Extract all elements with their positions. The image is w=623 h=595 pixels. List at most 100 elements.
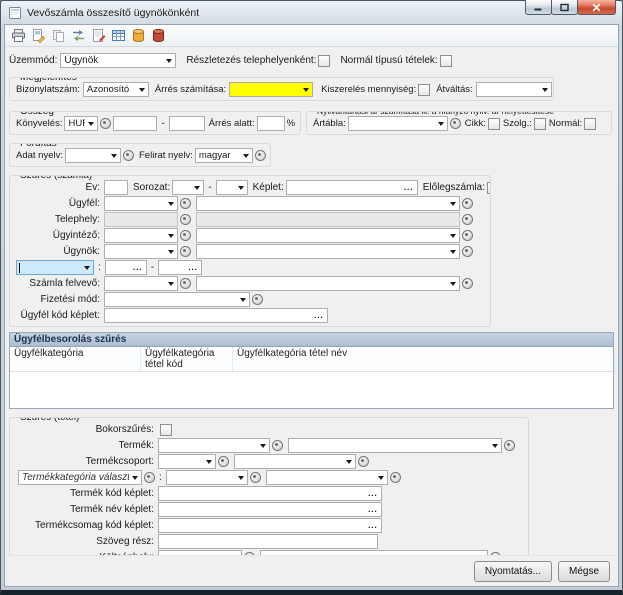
series-to-combo[interactable] [216,180,248,195]
normal-items-checkbox[interactable] [440,55,452,67]
dropdown-arrow-icon[interactable] [303,88,309,92]
category-name-combo[interactable] [266,470,388,485]
dropdown-arrow-icon[interactable] [450,234,456,238]
info-icon[interactable] [100,118,111,129]
info-icon[interactable] [123,150,134,161]
currency-combo[interactable]: HUF [64,116,98,131]
info-icon[interactable] [244,552,255,555]
dropdown-arrow-icon[interactable] [492,444,498,448]
ellipsis-button[interactable]: ... [188,264,198,272]
mode-combo[interactable]: Ügynök [60,53,176,68]
dropdown-arrow-icon[interactable] [88,122,94,126]
info-icon[interactable] [462,198,473,209]
product-name-formula-field[interactable]: ... [158,502,382,517]
recorder-code-combo[interactable] [104,276,178,291]
dropdown-arrow-icon[interactable] [84,266,90,270]
info-icon[interactable] [144,472,155,483]
info-icon[interactable] [272,440,283,451]
transfer-icon[interactable] [70,27,87,44]
category-code-combo[interactable] [166,470,248,485]
range-from-field[interactable]: ... [105,260,147,275]
bush-filter-checkbox[interactable] [160,424,172,436]
packaging-qty-checkbox[interactable] [418,84,430,96]
administrator-code-combo[interactable] [104,228,178,243]
dropdown-arrow-icon[interactable] [450,250,456,254]
print-icon[interactable] [10,27,27,44]
info-icon[interactable] [255,150,266,161]
dropdown-arrow-icon[interactable] [139,88,145,92]
dropdown-arrow-icon[interactable] [111,154,117,158]
column-header-item-code[interactable]: Ügyfélkategória tétel kód [141,347,233,371]
dropdown-arrow-icon[interactable] [450,202,456,206]
dropdown-arrow-icon[interactable] [450,282,456,286]
doc-number-combo[interactable]: Azonosító [83,82,149,97]
ellipsis-button[interactable]: ... [133,264,143,272]
dropdown-arrow-icon[interactable] [378,476,384,480]
maximize-button[interactable] [551,0,578,15]
ellipsis-button[interactable]: ... [314,312,324,320]
dropdown-arrow-icon[interactable] [438,122,444,126]
article-checkbox[interactable] [488,118,500,130]
info-icon[interactable] [358,456,369,467]
customer-code-combo[interactable] [104,196,178,211]
package-code-formula-field[interactable]: ... [158,518,382,533]
text-part-field[interactable] [158,534,378,549]
margin-calc-combo[interactable] [229,82,313,97]
info-icon[interactable] [250,472,261,483]
data-language-combo[interactable] [65,148,121,163]
ellipsis-button[interactable]: ... [368,522,378,530]
dropdown-arrow-icon[interactable] [168,282,174,286]
focused-filter-combo[interactable] [16,260,94,275]
edit-icon[interactable] [90,27,107,44]
agent-code-combo[interactable] [104,244,178,259]
dropdown-arrow-icon[interactable] [194,186,200,190]
product-group-code-combo[interactable] [158,454,216,469]
info-icon[interactable] [462,230,473,241]
info-icon[interactable] [252,294,263,305]
ellipsis-button[interactable]: ... [404,184,414,192]
year-field[interactable] [104,180,128,195]
info-icon[interactable] [218,456,229,467]
service-checkbox[interactable] [534,118,546,130]
dropdown-arrow-icon[interactable] [168,202,174,206]
product-name-combo[interactable] [288,438,502,453]
info-icon[interactable] [450,118,461,129]
print-button[interactable]: Nyomtatás... [474,561,552,582]
agent-name-combo[interactable] [196,244,460,259]
dropdown-arrow-icon[interactable] [542,88,548,92]
dropdown-arrow-icon[interactable] [243,154,249,158]
series-from-combo[interactable] [172,180,204,195]
info-icon[interactable] [390,472,401,483]
dropdown-arrow-icon[interactable] [260,444,266,448]
database-red-icon[interactable] [150,27,167,44]
below-margin-field[interactable] [257,116,285,131]
column-header-category[interactable]: Ügyfélkategória [10,347,141,371]
info-icon[interactable] [462,214,473,225]
ellipsis-button[interactable]: ... [368,506,378,514]
dropdown-arrow-icon[interactable] [132,476,138,480]
price-table-combo[interactable] [348,116,448,131]
product-code-combo[interactable] [158,438,270,453]
info-icon[interactable] [180,278,191,289]
minimize-button[interactable] [525,0,552,15]
dropdown-arrow-icon[interactable] [166,59,172,63]
dropdown-arrow-icon[interactable] [346,460,352,464]
cost-center-name-combo[interactable] [260,550,488,555]
customer-code-formula-field[interactable]: ... [104,308,328,323]
caption-language-combo[interactable]: magyar [195,148,253,163]
info-icon[interactable] [180,230,191,241]
info-icon[interactable] [180,198,191,209]
copy-icon[interactable] [50,27,67,44]
dropdown-arrow-icon[interactable] [168,250,174,254]
administrator-name-combo[interactable] [196,228,460,243]
amount-to-field[interactable] [169,116,205,131]
normal-checkbox[interactable] [584,118,596,130]
formula-field[interactable]: ... [286,180,418,195]
detail-per-site-checkbox[interactable] [318,55,330,67]
category-select-combo[interactable]: Termékkategória választás [18,470,142,485]
product-group-name-combo[interactable] [234,454,356,469]
dropdown-arrow-icon[interactable] [238,186,244,190]
dropdown-arrow-icon[interactable] [240,298,246,302]
ellipsis-button[interactable]: ... [368,490,378,498]
cost-center-code-combo[interactable] [158,550,242,555]
